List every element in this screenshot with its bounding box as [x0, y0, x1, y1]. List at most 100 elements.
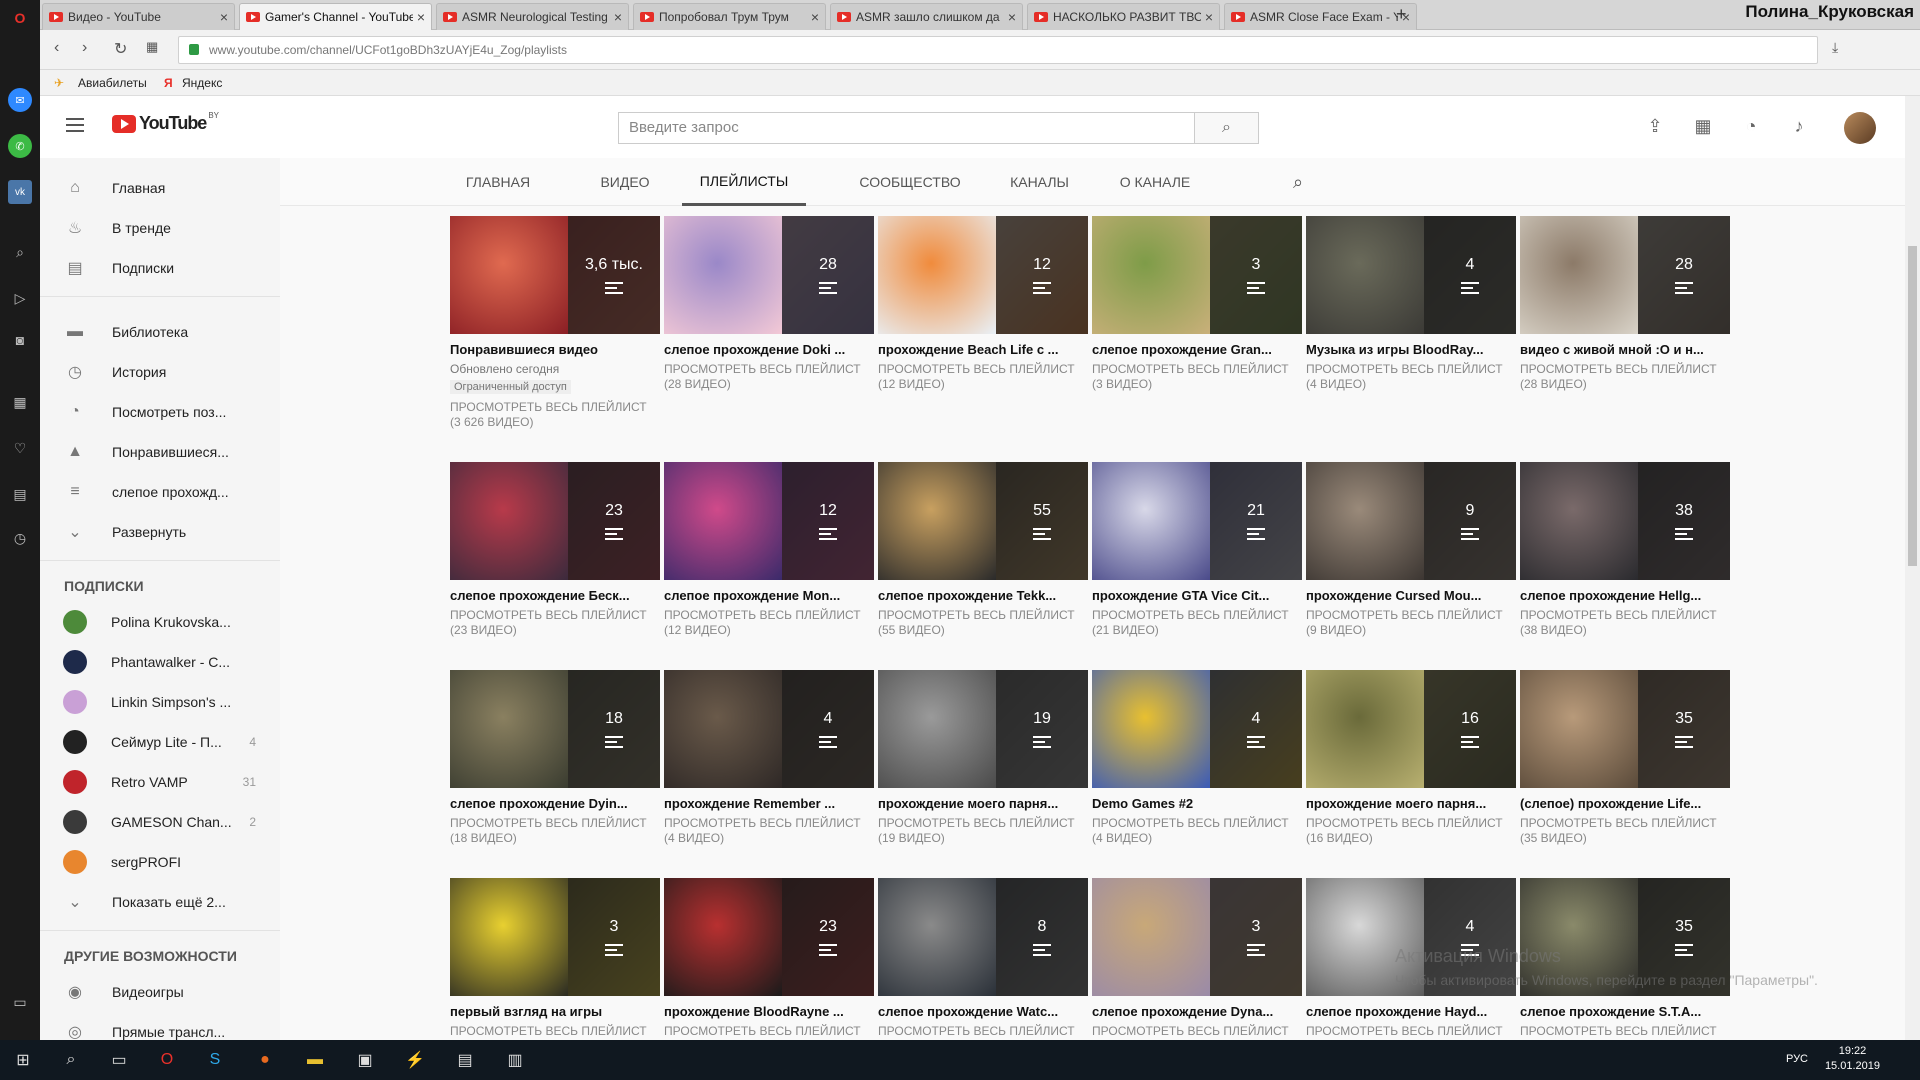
sidebar-item[interactable]: ◉ Видеоигры: [40, 972, 280, 1012]
playlist-title[interactable]: слепое прохождение Doki ...: [664, 342, 872, 357]
playlist-card[interactable]: 4 Музыка из игры BloodRay... ПРОСМОТРЕТЬ В…: [1306, 216, 1516, 392]
playlist-thumbnail[interactable]: 9: [1306, 462, 1516, 580]
close-icon[interactable]: ×: [614, 9, 622, 25]
subscription-item[interactable]: Linkin Simpson's ...: [40, 682, 280, 722]
view-full-playlist-link[interactable]: ПРОСМОТРЕТЬ ВЕСЬ ПЛЕЙЛИСТ (3 ВИДЕО): [1092, 362, 1302, 392]
playlist-thumbnail[interactable]: 3,6 тыс.: [450, 216, 660, 334]
youtube-logo[interactable]: YouTube BY: [112, 111, 219, 134]
playlist-thumbnail[interactable]: 18: [450, 670, 660, 788]
scrollbar[interactable]: [1905, 96, 1920, 1040]
playlist-card[interactable]: 16 прохождение моего парня... ПРОСМОТРЕТЬ …: [1306, 670, 1516, 846]
sidebar-item[interactable]: ≡ слепое прохожд...: [40, 472, 280, 512]
browser-tab[interactable]: ASMR Neurological Testing ×: [436, 3, 629, 30]
playlist-thumbnail[interactable]: 3: [450, 878, 660, 996]
playlist-title[interactable]: прохождение Beach Life с ...: [878, 342, 1086, 357]
search-button[interactable]: ⌕: [1194, 112, 1259, 144]
opera-taskbar-icon[interactable]: O: [152, 1046, 182, 1074]
playlist-title[interactable]: Музыка из игры BloodRay...: [1306, 342, 1514, 357]
view-full-playlist-link[interactable]: ПРОСМОТРЕТЬ ВЕСЬ ПЛЕЙЛИСТ (16 ВИДЕО): [1306, 816, 1516, 846]
view-full-playlist-link[interactable]: ПРОСМОТРЕТЬ ВЕСЬ ПЛЕЙЛИСТ (23 ВИДЕО): [450, 608, 660, 638]
playlist-card[interactable]: 12 слепое прохождение Mon... ПРОСМОТРЕТЬ В…: [664, 462, 874, 638]
apps-icon[interactable]: ▦: [1692, 116, 1714, 138]
sidebar-item[interactable]: ◷ История: [40, 352, 280, 392]
playlist-title[interactable]: слепое прохождение Dyin...: [450, 796, 658, 811]
view-full-playlist-link[interactable]: ПРОСМОТРЕТЬ ВЕСЬ ПЛЕЙЛИСТ (4 ВИДЕО): [664, 816, 874, 846]
playlist-card[interactable]: 35 (слепое) прохождение Life... ПРОСМОТРЕТ…: [1520, 670, 1730, 846]
view-full-playlist-link[interactable]: ПРОСМОТРЕТЬ ВЕСЬ ПЛЕЙЛИСТ (9 ВИДЕО): [1306, 608, 1516, 638]
menu-icon[interactable]: [66, 118, 84, 132]
search-icon[interactable]: ⌕: [56, 1046, 86, 1074]
new-tab-button[interactable]: +: [1396, 4, 1407, 25]
playlist-card[interactable]: 21 прохождение GTA Vice Cit... ПРОСМОТРЕТЬ…: [1092, 462, 1302, 638]
whatsapp-icon[interactable]: ✆: [8, 134, 32, 158]
camera-icon[interactable]: ◙: [8, 328, 32, 352]
playlist-thumbnail[interactable]: 55: [878, 462, 1088, 580]
playlist-card[interactable]: 4 Demo Games #2 ПРОСМОТРЕТЬ ВЕСЬ ПЛЕЙЛИСТ …: [1092, 670, 1302, 846]
subscription-item[interactable]: Сеймур Lite - П... 4: [40, 722, 280, 762]
view-full-playlist-link[interactable]: ПРОСМОТРЕТЬ ВЕСЬ ПЛЕЙЛИСТ (19 ВИДЕО): [878, 816, 1088, 846]
playlist-title[interactable]: прохождение GTA Vice Cit...: [1092, 588, 1300, 603]
playlist-card[interactable]: 9 прохождение Cursed Mou... ПРОСМОТРЕТЬ ВЕ…: [1306, 462, 1516, 638]
browser-tab[interactable]: ASMR Close Face Exam - Y ×: [1224, 3, 1417, 30]
view-full-playlist-link[interactable]: ПРОСМОТРЕТЬ ВЕСЬ ПЛЕЙЛИСТ (12 ВИДЕО): [664, 608, 874, 638]
playlist-title[interactable]: Понравившиеся видео: [450, 342, 658, 357]
playlist-thumbnail[interactable]: 21: [1092, 462, 1302, 580]
playlist-thumbnail[interactable]: 12: [878, 216, 1088, 334]
playlist-title[interactable]: слепое прохождение S.T.A...: [1520, 1004, 1728, 1019]
close-icon[interactable]: ×: [220, 9, 228, 25]
tab-4[interactable]: СООБЩЕСТВО: [855, 158, 965, 206]
playlist-card[interactable]: 3 слепое прохождение Gran... ПРОСМОТРЕТЬ В…: [1092, 216, 1302, 392]
playlist-card[interactable]: 8 слепое прохождение Watc... ПРОСМОТРЕТЬ В…: [878, 878, 1088, 1039]
playlist-card[interactable]: 55 слепое прохождение Tekk... ПРОСМОТРЕТЬ …: [878, 462, 1088, 638]
windows-start-icon[interactable]: ⊞: [8, 1046, 38, 1074]
playlist-card[interactable]: 3 слепое прохождение Dyna... ПРОСМОТРЕТЬ В…: [1092, 878, 1302, 1039]
playlist-card[interactable]: 38 слепое прохождение Hellg... ПРОСМОТРЕТЬ…: [1520, 462, 1730, 638]
history-icon[interactable]: ◷: [8, 526, 32, 550]
search-icon[interactable]: ⌕: [8, 240, 32, 264]
playlist-card[interactable]: 3 первый взгляд на игры ПРОСМОТРЕТЬ ВЕСЬ П…: [450, 878, 660, 1039]
playlist-card[interactable]: 4 прохождение Remember ... ПРОСМОТРЕТЬ ВЕС…: [664, 670, 874, 846]
subscription-item[interactable]: Polina Krukovska...: [40, 602, 280, 642]
playlist-card[interactable]: 18 слепое прохождение Dyin... ПРОСМОТРЕТЬ …: [450, 670, 660, 846]
playlist-title[interactable]: прохождение Remember ...: [664, 796, 872, 811]
sidebar-item[interactable]: ▤ Подписки: [40, 248, 280, 288]
playlist-thumbnail[interactable]: 8: [878, 878, 1088, 996]
speed-dial-icon[interactable]: ▦: [8, 390, 32, 414]
back-icon[interactable]: ‹: [54, 39, 59, 57]
tab-1[interactable]: ГЛАВНАЯ: [453, 158, 543, 206]
view-full-playlist-link[interactable]: ПРОСМОТРЕТЬ ВЕСЬ ПЛЕЙЛИСТ (38 ВИДЕО): [1520, 608, 1730, 638]
playlist-title[interactable]: слепое прохождение Gran...: [1092, 342, 1300, 357]
task-view-icon[interactable]: ▭: [104, 1046, 134, 1074]
browser-tab[interactable]: Gamer's Channel - YouTube ×: [239, 3, 432, 30]
bell-icon[interactable]: ♪: [1788, 116, 1810, 138]
send-icon[interactable]: ▷: [8, 286, 32, 310]
view-full-playlist-link[interactable]: ПРОСМОТРЕТЬ ВЕСЬ ПЛЕЙЛИСТ: [1092, 1024, 1302, 1039]
playlist-title[interactable]: прохождение моего парня...: [878, 796, 1086, 811]
playlist-thumbnail[interactable]: 12: [664, 462, 874, 580]
view-full-playlist-link[interactable]: ПРОСМОТРЕТЬ ВЕСЬ ПЛЕЙЛИСТ: [1520, 1024, 1730, 1039]
playlist-thumbnail[interactable]: 4: [664, 670, 874, 788]
view-full-playlist-link[interactable]: ПРОСМОТРЕТЬ ВЕСЬ ПЛЕЙЛИСТ (18 ВИДЕО): [450, 816, 660, 846]
browser-tab[interactable]: НАСКОЛЬКО РАЗВИТ ТВО ×: [1027, 3, 1220, 30]
playlist-title[interactable]: слепое прохождение Watc...: [878, 1004, 1086, 1019]
skype-icon[interactable]: S: [200, 1046, 230, 1074]
playlist-thumbnail[interactable]: 3: [1092, 878, 1302, 996]
playlist-title[interactable]: прохождение моего парня...: [1306, 796, 1514, 811]
tab-2[interactable]: ВИДЕО: [590, 158, 660, 206]
channel-search-icon[interactable]: ⌕: [1283, 158, 1313, 206]
show-more-button[interactable]: ⌄ Показать ещё 2...: [40, 882, 280, 922]
tab-5[interactable]: КАНАЛЫ: [1002, 158, 1077, 206]
playlist-thumbnail[interactable]: 23: [664, 878, 874, 996]
playlist-title[interactable]: слепое прохождение Tekk...: [878, 588, 1086, 603]
playlist-thumbnail[interactable]: 28: [1520, 216, 1730, 334]
playlist-thumbnail[interactable]: 3: [1092, 216, 1302, 334]
close-icon[interactable]: ×: [811, 9, 819, 25]
browser-tab[interactable]: Видео - YouTube ×: [42, 3, 235, 30]
opera-logo-icon[interactable]: O: [8, 6, 32, 30]
url-field[interactable]: www.youtube.com/channel/UCFot1goBDh3zUAY…: [178, 36, 1818, 64]
tabs-grid-icon[interactable]: ▦: [146, 39, 158, 55]
app-icon[interactable]: ▥: [500, 1046, 530, 1074]
forward-icon[interactable]: ›: [82, 39, 87, 57]
sidebar-item[interactable]: ◔ Посмотреть поз...: [40, 392, 280, 432]
view-full-playlist-link[interactable]: ПРОСМОТРЕТЬ ВЕСЬ ПЛЕЙЛИСТ: [664, 1024, 874, 1039]
